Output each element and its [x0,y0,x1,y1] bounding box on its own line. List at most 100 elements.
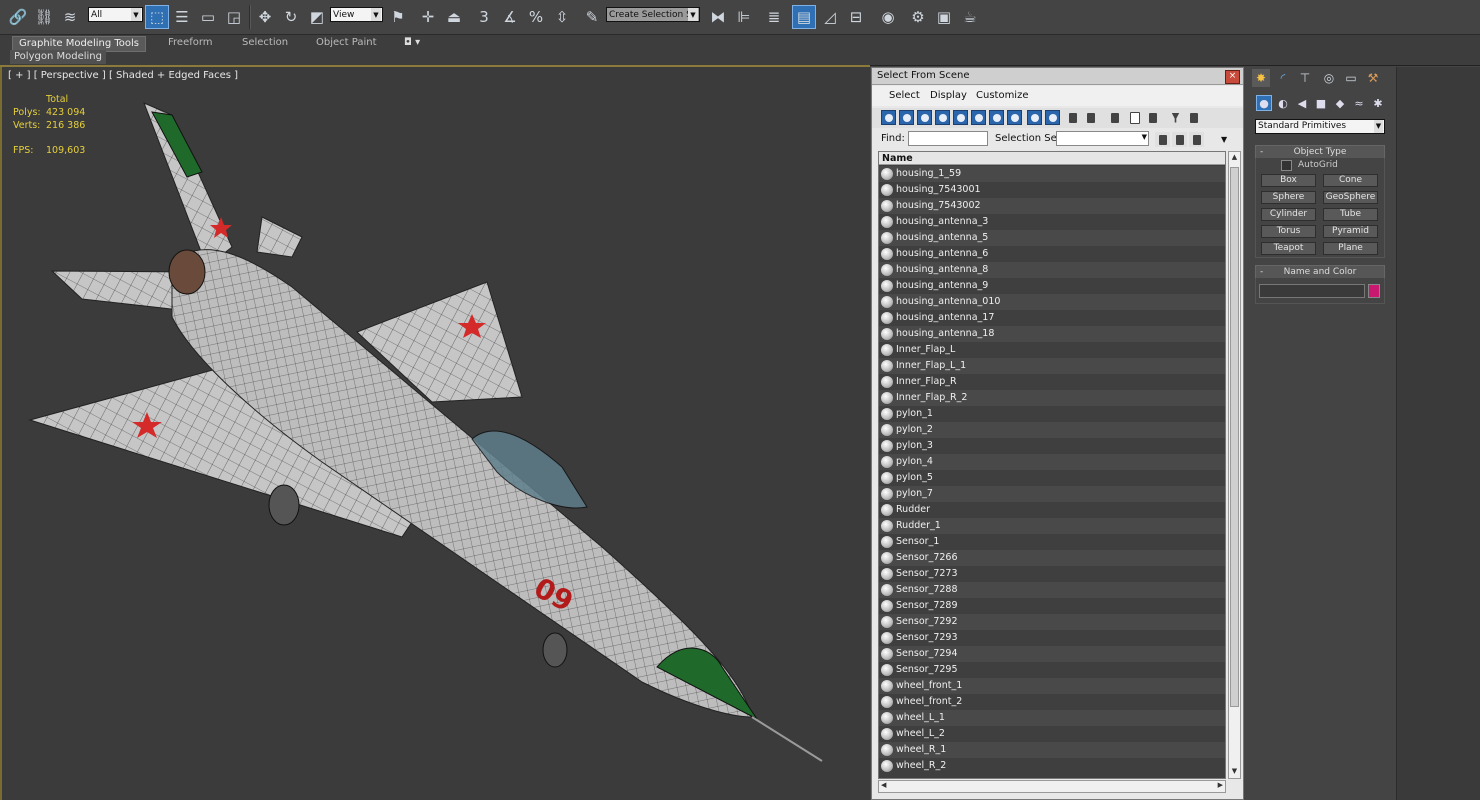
list-item[interactable]: Inner_Flap_L [879,342,1225,358]
ribbon-options-icon[interactable]: ◘ ▾ [398,36,426,50]
selection-set-add-icon[interactable] [1155,132,1170,147]
list-item[interactable]: wheel_R_2 [879,758,1225,774]
list-item[interactable]: wheel_L_2 [879,726,1225,742]
column-header-name[interactable]: Name [879,152,1225,165]
display-containers-icon[interactable] [1045,110,1060,125]
named-selection-set-input[interactable]: Create Selection Se ▼ [606,7,700,22]
display-hidden-icon[interactable] [1083,110,1098,125]
display-lights-icon[interactable] [917,110,932,125]
edit-named-selection-icon[interactable]: ✎ [580,5,604,29]
object-name-field[interactable] [1259,284,1365,298]
perspective-viewport[interactable]: [ + ] [ Perspective ] [ Shaded + Edged F… [0,67,870,800]
rectangular-selection-icon[interactable]: ▭ [196,5,220,29]
menu-select[interactable]: Select [889,90,920,101]
select-all-icon[interactable] [1107,110,1122,125]
list-item[interactable]: housing_antenna_18 [879,326,1225,342]
scroll-right-icon[interactable]: ▶ [1218,781,1223,789]
select-none-icon[interactable] [1127,110,1142,125]
list-item[interactable]: housing_antenna_3 [879,214,1225,230]
list-item[interactable]: wheel_front_2 [879,694,1225,710]
rendered-frame-window-icon[interactable]: ▣ [932,5,956,29]
list-item[interactable]: Inner_Flap_R [879,374,1225,390]
scroll-left-icon[interactable]: ◀ [881,781,886,789]
window-crossing-icon[interactable]: ◲ [222,5,246,29]
space-warps-icon[interactable]: ≈ [1351,95,1367,111]
select-by-name-icon[interactable]: ☰ [170,5,194,29]
list-item[interactable]: Sensor_7289 [879,598,1225,614]
material-editor-icon[interactable]: ◉ [876,5,900,29]
object-color-swatch[interactable] [1368,284,1380,298]
spinner-snap-icon[interactable]: ⇳ [550,5,574,29]
display-bones-icon[interactable] [1027,110,1042,125]
display-geometry-icon[interactable] [881,110,896,125]
list-item[interactable]: pylon_5 [879,470,1225,486]
list-item[interactable]: Inner_Flap_R_2 [879,390,1225,406]
filter-icon[interactable] [1168,110,1183,125]
list-item[interactable]: housing_antenna_17 [879,310,1225,326]
bind-to-space-warp-icon[interactable]: ≋ [58,5,82,29]
reference-coordinate-dropdown[interactable]: View ▼ [330,7,383,22]
menu-customize[interactable]: Customize [976,90,1029,101]
tab-freeform[interactable]: Freeform [162,36,219,50]
teapot-button[interactable]: Teapot [1261,242,1316,255]
motion-tab-icon[interactable]: ◎ [1320,69,1338,87]
options-arrow-icon[interactable]: ▼ [1221,135,1227,144]
dialog-titlebar[interactable]: Select From Scene × [872,68,1243,85]
graphite-toggle-icon[interactable]: ▤ [792,5,816,29]
list-item[interactable]: housing_antenna_5 [879,230,1225,246]
vertical-scroll-thumb[interactable] [1230,167,1239,707]
list-item[interactable]: housing_1_59 [879,166,1225,182]
autogrid-checkbox[interactable] [1281,160,1292,171]
cylinder-button[interactable]: Cylinder [1261,208,1316,221]
lights-icon[interactable]: ◀ [1294,95,1310,111]
list-item[interactable]: Sensor_7295 [879,662,1225,678]
menu-display[interactable]: Display [930,90,967,101]
list-item[interactable]: pylon_4 [879,454,1225,470]
select-and-link-icon[interactable]: 🔗 [6,5,30,29]
list-item[interactable]: Sensor_7294 [879,646,1225,662]
vertical-scrollbar[interactable]: ▲ ▼ [1228,151,1241,779]
list-item[interactable]: pylon_2 [879,422,1225,438]
schematic-view-icon[interactable]: ⊟ [844,5,868,29]
systems-icon[interactable]: ✱ [1370,95,1386,111]
list-item[interactable]: wheel_R_1 [879,742,1225,758]
select-invert-icon[interactable] [1145,110,1160,125]
list-item[interactable]: Sensor_7266 [879,550,1225,566]
select-and-rotate-icon[interactable]: ↻ [279,5,303,29]
list-item[interactable]: wheel_L_1 [879,710,1225,726]
object-type-rollout-header[interactable]: - Object Type [1255,145,1385,159]
display-helpers-icon[interactable] [953,110,968,125]
select-and-manipulate-icon[interactable]: ✛ [416,5,440,29]
keyboard-shortcut-override-icon[interactable]: ⏏ [442,5,466,29]
list-item[interactable]: housing_antenna_9 [879,278,1225,294]
cone-button[interactable]: Cone [1323,174,1378,187]
selection-set-edit-icon[interactable] [1172,132,1187,147]
list-item[interactable]: housing_antenna_010 [879,294,1225,310]
render-production-icon[interactable]: ☕ [958,5,982,29]
align-icon[interactable]: ⊫ [732,5,756,29]
display-frozen-icon[interactable] [1065,110,1080,125]
list-item[interactable]: Sensor_7288 [879,582,1225,598]
filter-options-icon[interactable] [1186,110,1201,125]
name-and-color-rollout-header[interactable]: - Name and Color [1255,265,1385,279]
select-and-move-icon[interactable]: ✥ [253,5,277,29]
selection-set-remove-icon[interactable] [1189,132,1204,147]
tab-selection[interactable]: Selection [236,36,294,50]
torus-button[interactable]: Torus [1261,225,1316,238]
modify-tab-icon[interactable]: ◜ [1274,69,1292,87]
create-tab-icon[interactable]: ✸ [1252,69,1270,87]
select-and-scale-icon[interactable]: ◩ [305,5,329,29]
angle-snap-icon[interactable]: ∡ [498,5,522,29]
list-item[interactable]: Inner_Flap_L_1 [879,358,1225,374]
list-item[interactable]: pylon_7 [879,486,1225,502]
list-item[interactable]: housing_7543002 [879,198,1225,214]
ribbon-panel-polygon-modeling[interactable]: Polygon Modeling [10,50,106,64]
select-object-icon[interactable]: ⬚ [145,5,169,29]
display-tab-icon[interactable]: ▭ [1342,69,1360,87]
list-item[interactable]: housing_7543001 [879,182,1225,198]
render-setup-icon[interactable]: ⚙ [906,5,930,29]
display-xrefs-icon[interactable] [1007,110,1022,125]
list-item[interactable]: Sensor_7292 [879,614,1225,630]
utilities-tab-icon[interactable]: ⚒ [1364,69,1382,87]
list-item[interactable]: Rudder [879,502,1225,518]
